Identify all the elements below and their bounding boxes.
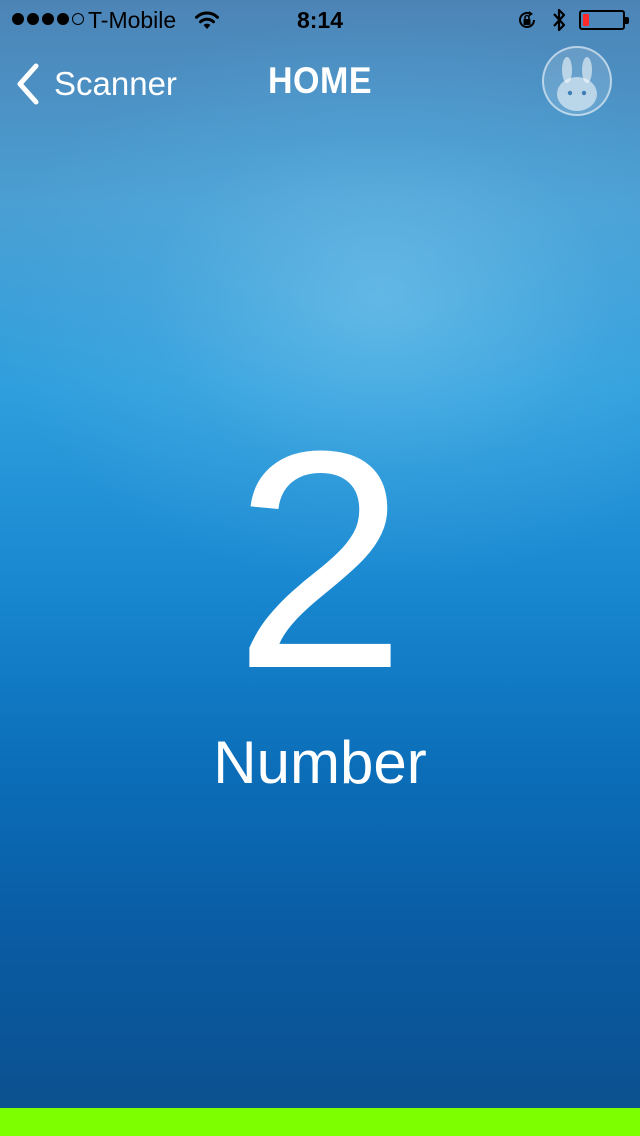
avatar[interactable] (542, 46, 612, 116)
bunny-avatar-icon (557, 57, 597, 111)
home-screen: T-Mobile 8:14 Scanner HOME 2 Number (0, 0, 640, 1136)
battery-level-fill (583, 14, 589, 26)
battery-nub (625, 17, 629, 24)
count-value: 2 (233, 386, 407, 733)
battery-icon (579, 10, 629, 30)
status-time: 8:14 (296, 7, 344, 33)
count-label: Number (213, 729, 427, 796)
rotation-lock-icon (515, 8, 539, 37)
bluetooth-icon (551, 7, 567, 38)
bottom-accent-bar (0, 1108, 640, 1136)
status-bar: T-Mobile 8:14 (0, 0, 640, 40)
